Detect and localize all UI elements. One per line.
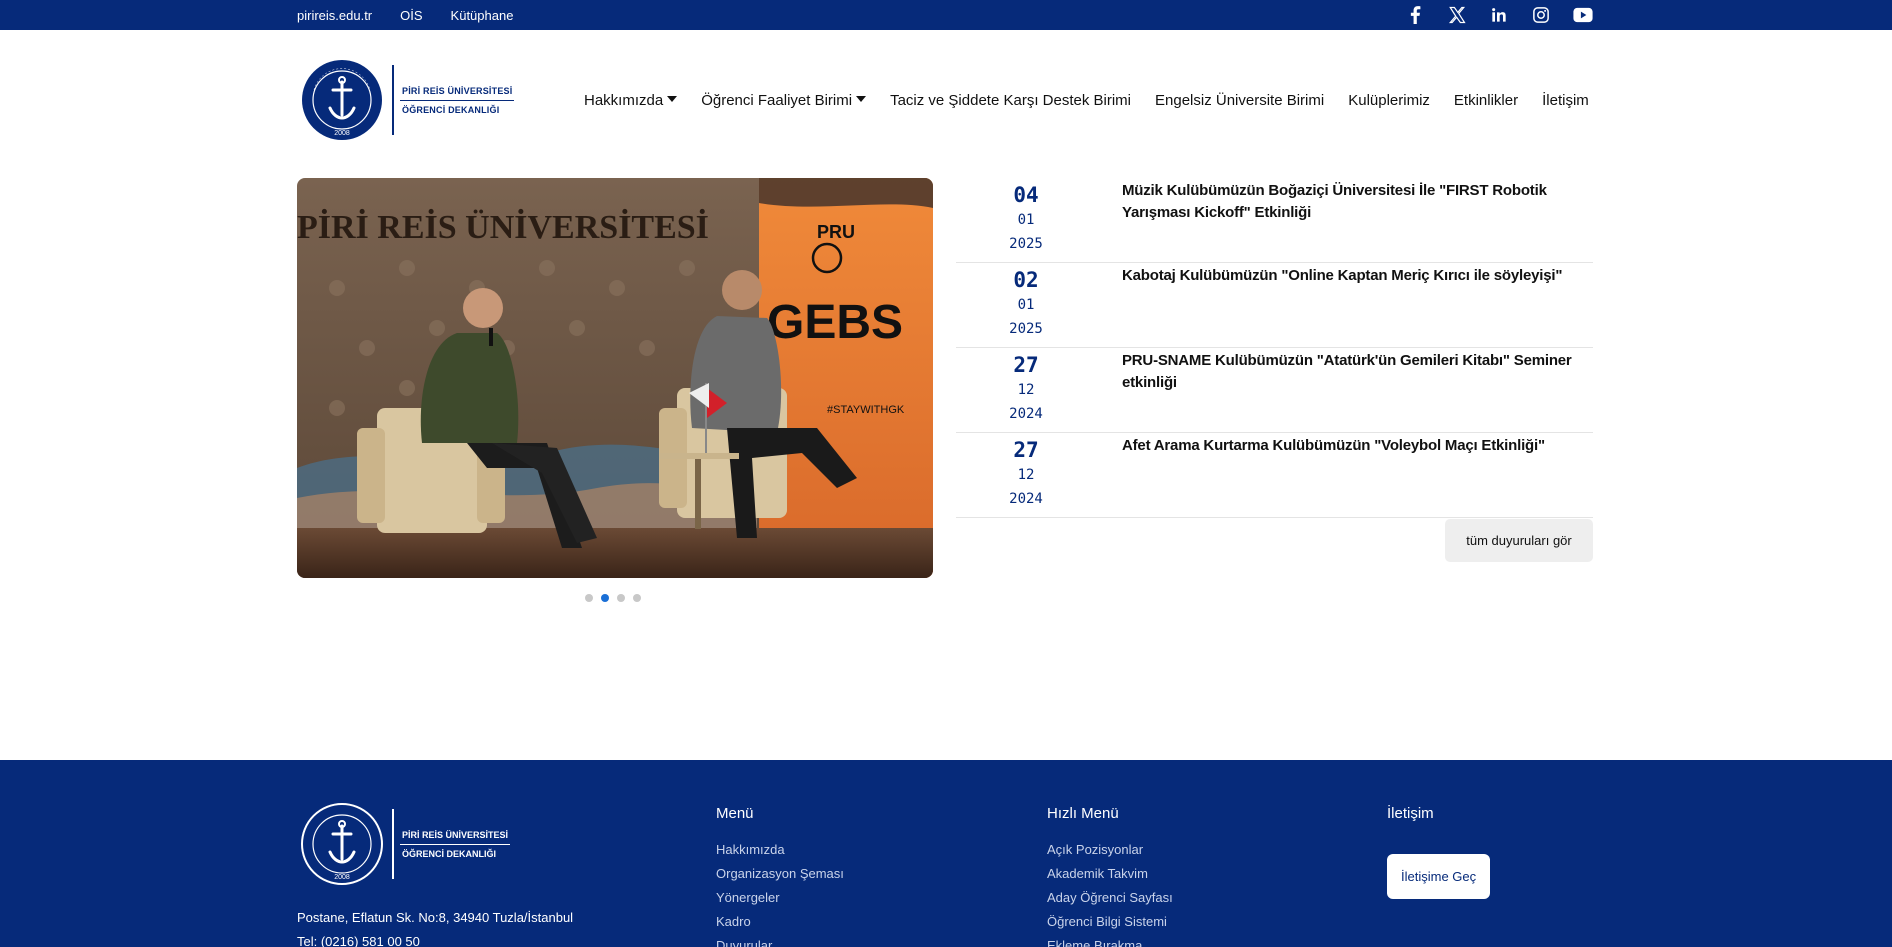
youtube-icon[interactable] [1573,5,1593,25]
footer-menu-link[interactable]: Duyurular [716,934,844,947]
footer-phone[interactable]: Tel: (0216) 581 00 50 [297,930,573,947]
announcement-date: 04 01 2025 [956,178,1096,262]
date-year: 2025 [1009,321,1043,337]
announcement-title[interactable]: Afet Arama Kurtarma Kulübümüzün "Voleybo… [1122,433,1592,517]
announcement-date: 27 12 2024 [956,348,1096,432]
linkedin-icon[interactable] [1489,5,1509,25]
date-year: 2024 [1009,491,1043,507]
site-logo[interactable]: 2008 PİRİ REİS ÜNİVERSİTESİ ÖĞRENCİ DEKA… [300,58,515,142]
date-month: 12 [1017,467,1035,483]
top-links: pirireis.edu.tr OİS Kütüphane [297,0,513,30]
announcement-date: 27 12 2024 [956,433,1096,517]
date-day: 02 [1013,268,1039,292]
announcements-list: 04 01 2025 Müzik Kulübümüzün Boğaziçi Ün… [956,178,1593,518]
footer-menu-link[interactable]: Organizasyon Şeması [716,862,844,886]
nav-contact[interactable]: İletişim [1542,92,1589,109]
footer-menu-link[interactable]: Yönergeler [716,886,844,910]
site-header: 2008 PİRİ REİS ÜNİVERSİTESİ ÖĞRENCİ DEKA… [0,30,1892,170]
top-link-library[interactable]: Kütüphane [451,8,514,23]
slide-image: PİRİ REİS ÜNİVERSİTESİ PRU GEBS #STAYWIT… [297,178,933,578]
hero-slider[interactable]: PİRİ REİS ÜNİVERSİTESİ PRU GEBS #STAYWIT… [297,178,933,578]
nav-harassment-support[interactable]: Taciz ve Şiddete Karşı Destek Birimi [890,92,1131,109]
footer-contact-title: İletişim [1387,805,1434,822]
top-link-ois[interactable]: OİS [400,8,422,23]
seal-year: 2008 [334,874,350,881]
nav-events[interactable]: Etkinlikler [1454,92,1518,109]
date-day: 27 [1013,353,1039,377]
date-month: 12 [1017,382,1035,398]
main-nav: Hakkımızda Öğrenci Faaliyet Birimi Taciz… [584,92,1589,109]
top-link-website[interactable]: pirireis.edu.tr [297,8,372,23]
top-bar: pirireis.edu.tr OİS Kütüphane [0,0,1892,30]
footer-quick-link[interactable]: Öğrenci Bilgi Sistemi [1047,910,1173,934]
x-icon[interactable] [1447,5,1467,25]
announcement-date: 02 01 2025 [956,263,1096,347]
all-announcements-button[interactable]: tüm duyuruları gör [1445,519,1593,562]
footer-menu-column: Menü Hakkımızda Organizasyon Şeması Yöne… [716,805,844,947]
facebook-icon[interactable] [1405,5,1425,25]
nav-student-activity[interactable]: Öğrenci Faaliyet Birimi [701,92,867,109]
announcement-item[interactable]: 27 12 2024 Afet Arama Kurtarma Kulübümüz… [956,433,1593,518]
social-links [1405,0,1593,30]
slider-dot-1[interactable] [585,594,593,602]
date-year: 2024 [1009,406,1043,422]
slider-dots [585,594,641,602]
announcement-title[interactable]: Kabotaj Kulübümüzün "Online Kaptan Meriç… [1122,263,1592,347]
logo-line-dean: ÖĞRENCİ DEKANLIĞI [402,104,500,115]
footer-quick-title: Hızlı Menü [1047,805,1119,822]
footer-menu-title: Menü [716,805,754,822]
announcement-item[interactable]: 02 01 2025 Kabotaj Kulübümüzün "Online K… [956,263,1593,348]
announcement-title[interactable]: PRU-SNAME Kulübümüzün "Atatürk'ün Gemile… [1122,348,1592,432]
announcement-title[interactable]: Müzik Kulübümüzün Boğaziçi Üniversitesi … [1122,178,1592,262]
nav-accessible-university[interactable]: Engelsiz Üniversite Birimi [1155,92,1324,109]
caret-down-icon [667,95,678,102]
poster-brand: PRU [817,222,855,242]
site-footer: 2008 PİRİ REİS ÜNİVERSİTESİ ÖĞRENCİ DEKA… [0,760,1892,947]
date-month: 01 [1017,297,1035,313]
logo-wordmark: PİRİ REİS ÜNİVERSİTESİ ÖĞRENCİ DEKANLIĞI [392,65,515,135]
logo-line-university: PİRİ REİS ÜNİVERSİTESİ [400,82,515,101]
slider-dot-4[interactable] [633,594,641,602]
nav-clubs[interactable]: Kulüplerimiz [1348,92,1430,109]
caret-down-icon [856,95,867,102]
footer-contact-column: İletişim İletişime Geç [1387,805,1491,899]
footer-address: Postane, Eflatun Sk. No:8, 34940 Tuzla/İ… [297,910,574,925]
announcement-item[interactable]: 04 01 2025 Müzik Kulübümüzün Boğaziçi Ün… [956,178,1593,263]
university-seal-icon: 2008 [302,60,382,140]
footer-quick-menu-column: Hızlı Menü Açık Pozisyonlar Akademik Tak… [1047,805,1173,947]
footer-menu-link[interactable]: Kadro [716,910,844,934]
footer-quick-link[interactable]: Ekleme Bırakma [1047,934,1173,947]
footer-address-block: Postane, Eflatun Sk. No:8, 34940 Tuzla/İ… [297,906,573,947]
date-day: 04 [1013,183,1039,207]
nav-about[interactable]: Hakkımızda [584,92,678,109]
contact-button[interactable]: İletişime Geç [1387,854,1491,899]
seal-year: 2008 [334,130,350,137]
footer-logo-line-dean: ÖĞRENCİ DEKANLIĞI [402,848,497,859]
footer-quick-link[interactable]: Aday Öğrenci Sayfası [1047,886,1173,910]
date-day: 27 [1013,438,1039,462]
poster-tag: #STAYWITHGK [827,404,905,416]
footer-logo[interactable]: 2008 PİRİ REİS ÜNİVERSİTESİ ÖĞRENCİ DEKA… [300,802,511,886]
slide-banner-text: PİRİ REİS ÜNİVERSİTESİ [297,208,709,246]
slider-dot-2[interactable] [601,594,609,602]
date-month: 01 [1017,212,1035,228]
date-year: 2025 [1009,236,1043,252]
announcement-item[interactable]: 27 12 2024 PRU-SNAME Kulübümüzün "Atatür… [956,348,1593,433]
footer-quick-link[interactable]: Akademik Takvim [1047,862,1173,886]
footer-quick-link[interactable]: Açık Pozisyonlar [1047,838,1173,862]
footer-logo-line-university: PİRİ REİS ÜNİVERSİTESİ [400,826,511,845]
poster-title: GEBS [767,296,903,349]
slider-dot-3[interactable] [617,594,625,602]
footer-menu-link[interactable]: Hakkımızda [716,838,844,862]
university-seal-icon: 2008 [301,803,383,885]
instagram-icon[interactable] [1531,5,1551,25]
footer-logo-wordmark: PİRİ REİS ÜNİVERSİTESİ ÖĞRENCİ DEKANLIĞI [392,809,511,879]
